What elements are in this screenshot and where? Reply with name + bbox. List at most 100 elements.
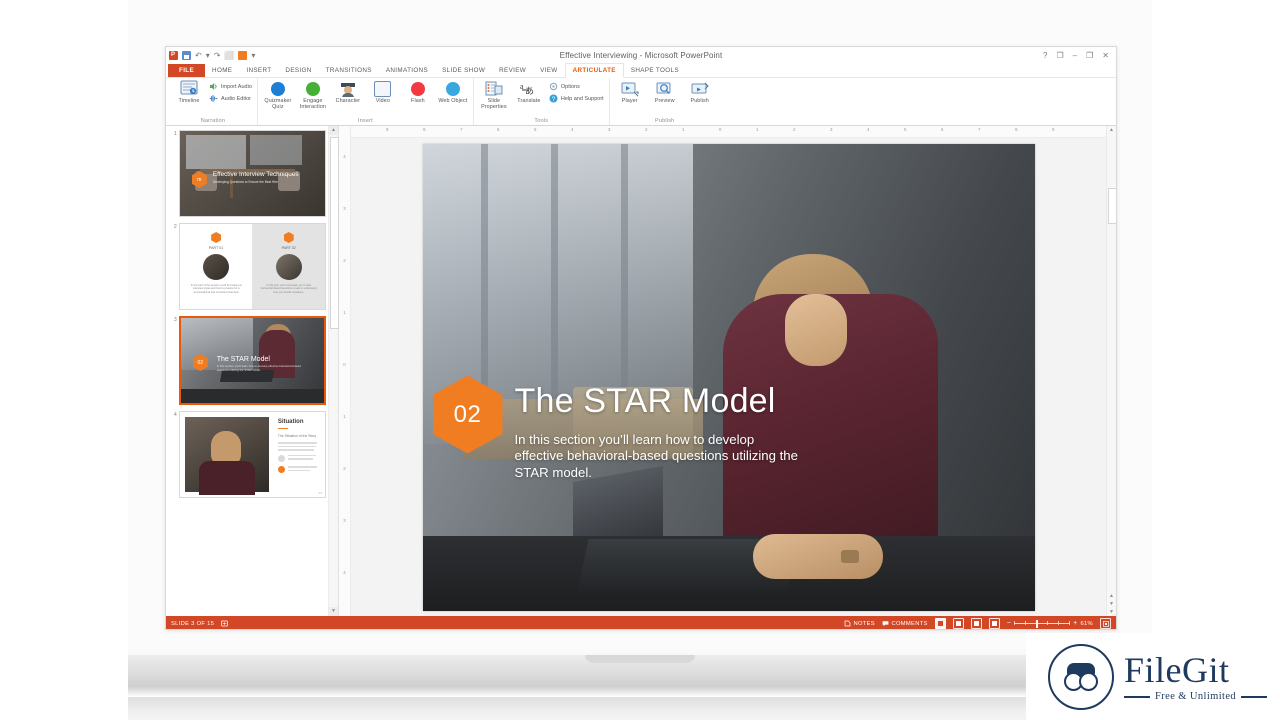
slide-scrollbar[interactable]: ▲ ▲ ▼ ▼ xyxy=(1106,126,1116,616)
publish-button[interactable]: Publish xyxy=(685,80,715,104)
list-item[interactable]: 3 02 The STAR Model In this section you'… xyxy=(169,316,326,405)
tab-design[interactable]: DESIGN xyxy=(278,64,318,77)
slide-canvas[interactable]: 02 The STAR Model In this section you’ll… xyxy=(351,138,1106,616)
zoom-level-label[interactable]: 61% xyxy=(1080,621,1093,627)
help-button[interactable]: ? xyxy=(1043,51,1047,61)
player-button[interactable]: Player xyxy=(615,80,645,104)
thumbnail-slide-4[interactable]: Situation The Situation of the Story xyxy=(179,411,326,498)
undo-icon[interactable]: ↶ xyxy=(195,51,202,61)
options-button[interactable]: Options xyxy=(549,82,604,91)
thumbnail-scrollbar[interactable]: ▲ ▼ xyxy=(328,126,338,616)
slide-properties-button[interactable]: Slide Properties xyxy=(479,80,509,110)
notes-button[interactable]: NOTES xyxy=(844,620,875,627)
workspace: 1 m Effective Interview Techniques Devel… xyxy=(166,126,1116,616)
tab-slide-show[interactable]: SLIDE SHOW xyxy=(435,64,492,77)
zoom-slider-thumb[interactable] xyxy=(1036,620,1038,628)
powerpoint-icon[interactable] xyxy=(169,51,178,60)
undo-dropdown-icon[interactable]: ▾ xyxy=(206,51,210,61)
tagline-dash-right xyxy=(1241,696,1267,698)
list-item[interactable]: 2 PART 01 In this part of the session yo… xyxy=(169,223,326,310)
thumbnail-slide-3[interactable]: 02 The STAR Model In this section you'll… xyxy=(179,316,326,405)
tab-view[interactable]: VIEW xyxy=(533,64,565,77)
save-icon[interactable] xyxy=(182,51,191,60)
articulate-icon[interactable] xyxy=(238,51,247,60)
screenshot-root: ↶ ▾ ↷ ⬜ ▾ Effective Interviewing - Micro… xyxy=(0,0,1280,720)
quizmaker-quiz-button[interactable]: Quizmaker Quiz xyxy=(263,80,293,110)
tab-transitions[interactable]: TRANSITIONS xyxy=(319,64,379,77)
zoom-slider-track[interactable] xyxy=(1014,623,1070,624)
thumb1-subtitle: Developing Questions to Ensure the Best … xyxy=(213,180,278,184)
reading-view-button[interactable] xyxy=(971,618,982,629)
thumbnail-number: 1 xyxy=(169,130,179,137)
previous-slide-button[interactable]: ▲ xyxy=(1107,592,1116,600)
tab-insert[interactable]: INSERT xyxy=(239,64,278,77)
redo-icon[interactable]: ↷ xyxy=(214,51,221,61)
tab-shape-tools[interactable]: SHAPE TOOLS xyxy=(624,64,686,77)
list-item[interactable]: 4 Situation The Situation of the Story xyxy=(169,411,326,498)
comments-button[interactable]: COMMENTS xyxy=(882,620,928,627)
import-audio-button[interactable]: Import Audio xyxy=(209,82,252,91)
preview-button[interactable]: Preview xyxy=(650,80,680,104)
slide-properties-label: Slide Properties xyxy=(479,98,509,110)
ribbon-tabs: FILE HOME INSERT DESIGN TRANSITIONS ANIM… xyxy=(166,64,1116,78)
powerpoint-window: ↶ ▾ ↷ ⬜ ▾ Effective Interviewing - Micro… xyxy=(165,46,1117,630)
slide-scroll-thumb[interactable] xyxy=(1108,188,1117,224)
flash-button[interactable]: Flash xyxy=(403,80,433,104)
translate-button[interactable]: aあ Translate xyxy=(514,80,544,104)
thumbnail-slide-1[interactable]: m Effective Interview Techniques Develop… xyxy=(179,130,326,217)
normal-view-button[interactable] xyxy=(935,618,946,629)
slide-show-button[interactable] xyxy=(989,618,1000,629)
tab-file[interactable]: FILE xyxy=(168,64,205,77)
engage-interaction-button[interactable]: Engage Interaction xyxy=(298,80,328,110)
thumbnail-scroll-thumb[interactable] xyxy=(330,137,339,329)
customize-qat-icon[interactable]: ▾ xyxy=(251,51,255,61)
thumb1-window-2 xyxy=(250,135,302,165)
timeline-button[interactable]: Timeline xyxy=(174,80,204,104)
vruler-tick: 1 xyxy=(339,414,350,419)
tab-animations[interactable]: ANIMATIONS xyxy=(379,64,435,77)
help-and-support-button[interactable]: ? Help and Support xyxy=(549,94,604,103)
current-slide[interactable]: 02 The STAR Model In this section you’ll… xyxy=(423,144,1035,611)
minimize-button[interactable]: – xyxy=(1073,51,1077,61)
tab-articulate[interactable]: ARTICULATE xyxy=(565,63,624,78)
tab-home[interactable]: HOME xyxy=(205,64,239,77)
close-button[interactable]: ✕ xyxy=(1102,51,1109,61)
quizmaker-quiz-label: Quizmaker Quiz xyxy=(263,98,293,110)
zoom-in-button[interactable]: + xyxy=(1073,620,1077,627)
restore-button[interactable]: ❐ xyxy=(1086,51,1093,61)
window-title: Effective Interviewing - Microsoft Power… xyxy=(166,51,1116,60)
zoom-out-button[interactable]: − xyxy=(1007,620,1011,627)
scroll-up-arrow-icon[interactable]: ▲ xyxy=(329,126,338,135)
thumb4-bullet-icon-accent xyxy=(278,466,285,473)
tab-review[interactable]: REVIEW xyxy=(492,64,533,77)
hruler-tick: 1 xyxy=(682,127,684,132)
video-button[interactable]: Video xyxy=(368,80,398,104)
list-item[interactable]: 1 m Effective Interview Techniques Devel… xyxy=(169,130,326,217)
audio-editor-label: Audio Editor xyxy=(221,96,251,102)
scroll-down-arrow-icon[interactable]: ▼ xyxy=(329,607,338,616)
group-label-tools: Tools xyxy=(479,118,604,125)
binoculars-icon xyxy=(1048,644,1114,710)
zoom-control[interactable]: − + 61% xyxy=(1007,620,1093,627)
fit-to-window-button[interactable] xyxy=(1100,618,1111,629)
scroll-up-arrow-icon[interactable]: ▲ xyxy=(1107,126,1116,135)
ribbon-display-options-button[interactable]: ❐ xyxy=(1057,51,1064,61)
slide-body-text[interactable]: In this section you’ll learn how to deve… xyxy=(515,432,800,482)
thumbnail-slide-2[interactable]: PART 01 In this part of the session you'… xyxy=(179,223,326,310)
start-slideshow-icon[interactable]: ⬜ xyxy=(224,51,234,61)
slide-person-hands xyxy=(753,534,883,579)
slide-title[interactable]: The STAR Model xyxy=(515,381,776,421)
thumb1-title: Effective Interview Techniques xyxy=(213,171,299,178)
scroll-down-arrow-icon[interactable]: ▼ xyxy=(1107,608,1116,616)
character-button[interactable]: Character xyxy=(333,80,363,104)
next-slide-button[interactable]: ▼ xyxy=(1107,600,1116,608)
slide-sorter-view-button[interactable] xyxy=(953,618,964,629)
player-icon xyxy=(621,80,639,97)
character-label: Character xyxy=(336,98,361,104)
vruler-tick: 2 xyxy=(339,466,350,471)
slide-counter[interactable]: SLIDE 3 OF 15 xyxy=(171,621,214,627)
hruler-tick: 7 xyxy=(460,127,462,132)
language-icon[interactable] xyxy=(221,620,228,627)
web-object-button[interactable]: Web Object xyxy=(438,80,468,104)
audio-editor-button[interactable]: Audio Editor xyxy=(209,94,252,103)
